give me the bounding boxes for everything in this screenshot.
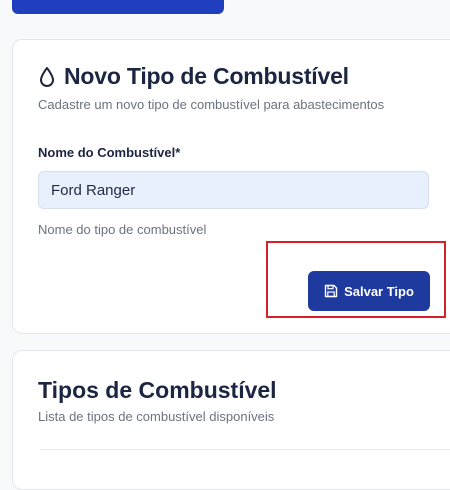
- fuel-name-label: Nome do Combustível*: [38, 145, 181, 160]
- card-header: Novo Tipo de Combustível: [38, 63, 349, 90]
- fuel-name-input[interactable]: [38, 171, 429, 209]
- card-subtitle: Cadastre um novo tipo de combustível par…: [38, 97, 385, 112]
- highlight-box: [266, 241, 446, 318]
- list-subtitle: Lista de tipos de combustível disponívei…: [38, 409, 275, 424]
- list-title: Tipos de Combustível: [38, 377, 277, 403]
- previous-action-button[interactable]: [12, 0, 224, 14]
- fuel-name-help: Nome do tipo de combustível: [38, 222, 207, 237]
- fuel-types-list-card: Tipos de Combustível Lista de tipos de c…: [12, 350, 450, 490]
- card-title: Novo Tipo de Combustível: [64, 63, 349, 89]
- droplet-icon: [40, 66, 54, 87]
